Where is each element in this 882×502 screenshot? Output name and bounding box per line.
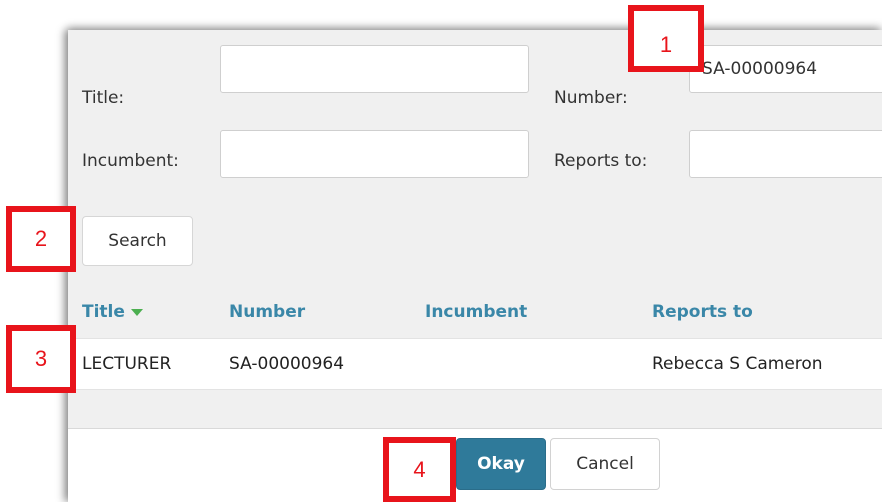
number-label: Number: (554, 88, 628, 108)
position-search-dialog: Title: Number: Incumbent: Reports to: Se… (68, 30, 882, 502)
title-label: Title: (82, 88, 125, 108)
column-header-title-label: Title (82, 302, 125, 322)
column-header-incumbent[interactable]: Incumbent (425, 302, 527, 322)
sort-descending-icon (130, 308, 143, 316)
step-marker-4: 4 (383, 437, 456, 502)
incumbent-input[interactable] (220, 130, 529, 178)
column-header-number[interactable]: Number (229, 302, 305, 322)
cancel-button[interactable]: Cancel (550, 438, 660, 490)
reports-to-input[interactable] (689, 130, 882, 178)
reports-to-label: Reports to: (554, 151, 648, 171)
incumbent-label: Incumbent: (82, 151, 179, 171)
column-header-title[interactable]: Title (82, 302, 143, 322)
column-header-reports-to[interactable]: Reports to (652, 302, 753, 322)
cell-title: LECTURER (82, 354, 172, 374)
step-marker-3: 3 (6, 325, 76, 393)
step-marker-1: 1 (628, 5, 704, 72)
okay-button[interactable]: Okay (456, 438, 546, 490)
cell-number: SA-00000964 (229, 354, 345, 374)
number-input[interactable] (689, 45, 882, 93)
search-button[interactable]: Search (82, 216, 193, 266)
cell-reports-to: Rebecca S Cameron (652, 354, 823, 374)
title-input[interactable] (220, 45, 529, 93)
step-marker-2: 2 (6, 206, 76, 272)
